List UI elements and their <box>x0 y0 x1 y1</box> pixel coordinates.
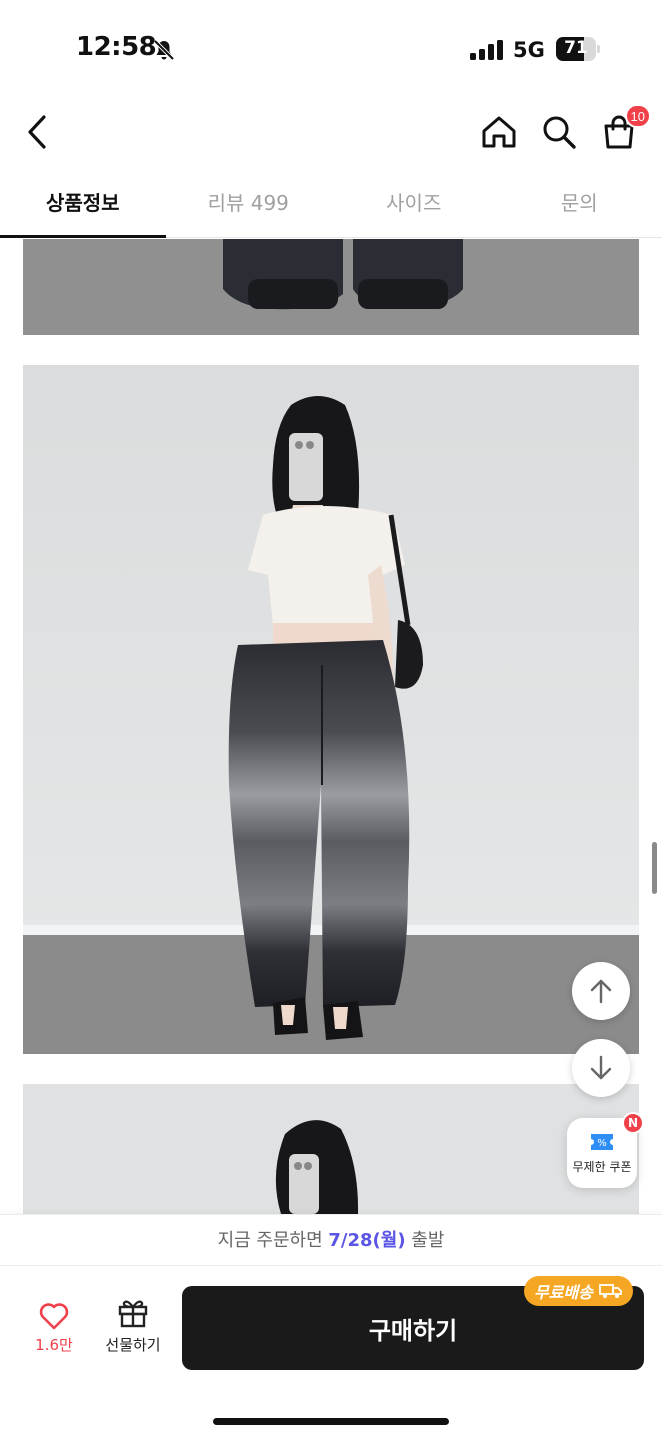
gift-icon <box>118 1300 148 1328</box>
cart-button[interactable]: 10 <box>597 104 651 154</box>
scroll-to-top-button[interactable] <box>572 962 630 1020</box>
heart-icon <box>39 1303 69 1330</box>
new-badge: N <box>622 1112 644 1134</box>
home-indicator[interactable] <box>213 1418 449 1425</box>
search-icon <box>543 116 576 149</box>
shipping-notice-suffix: 출발 <box>411 1230 445 1251</box>
tab-size[interactable]: 사이즈 <box>331 170 497 237</box>
gift-label: 선물하기 <box>105 1336 161 1354</box>
arrow-up-icon <box>590 979 612 1004</box>
cart-count-badge: 10 <box>624 104 651 128</box>
product-photo <box>23 239 639 335</box>
tab-reviews[interactable]: 리뷰 499 <box>166 170 332 237</box>
delivery-truck-icon <box>598 1284 622 1298</box>
bell-off-icon <box>153 39 175 61</box>
tab-inquiry[interactable]: 문의 <box>497 170 662 237</box>
chevron-left-icon <box>28 115 46 149</box>
shipping-notice: 지금 주문하면 7/28(월) 출발 <box>0 1214 662 1266</box>
battery-level: 71 <box>564 38 588 58</box>
signal-icon <box>470 40 503 60</box>
battery-icon: 71 <box>556 37 600 61</box>
gift-button[interactable]: 선물하기 <box>98 1298 168 1364</box>
back-button[interactable] <box>20 110 54 154</box>
like-button[interactable]: 1.6만 <box>24 1302 84 1362</box>
free-shipping-label: 무료배송 <box>534 1283 593 1302</box>
shipping-notice-prefix: 지금 주문하면 <box>217 1230 323 1251</box>
product-photo <box>23 365 639 1054</box>
tab-product-info[interactable]: 상품정보 <box>0 170 166 238</box>
coupon-label: 무제한 쿠폰 <box>572 1159 632 1174</box>
search-button[interactable] <box>537 110 581 154</box>
home-icon <box>482 116 516 148</box>
product-photo <box>23 1084 639 1214</box>
arrow-down-icon <box>590 1055 612 1080</box>
network-type: 5G <box>513 38 545 62</box>
scroll-to-bottom-button[interactable] <box>572 1039 630 1097</box>
svg-text:%: % <box>597 1138 607 1149</box>
product-tabs: 상품정보 리뷰 499 사이즈 문의 <box>0 170 662 238</box>
home-button[interactable] <box>477 110 521 154</box>
unlimited-coupon-button[interactable]: % 무제한 쿠폰 N <box>567 1112 644 1188</box>
scrollbar[interactable] <box>652 842 657 894</box>
bottom-action-bar: 1.6만 선물하기 구매하기 무료배송 <box>0 1266 662 1440</box>
free-shipping-badge: 무료배송 <box>524 1276 633 1306</box>
status-bar: 12:58 5G 71 <box>0 0 662 100</box>
top-nav: 10 <box>0 100 662 170</box>
shipping-date: 7/28(월) <box>328 1230 406 1251</box>
coupon-ticket-icon: % <box>591 1133 613 1150</box>
like-count: 1.6만 <box>35 1336 73 1354</box>
status-time: 12:58 <box>76 32 157 62</box>
